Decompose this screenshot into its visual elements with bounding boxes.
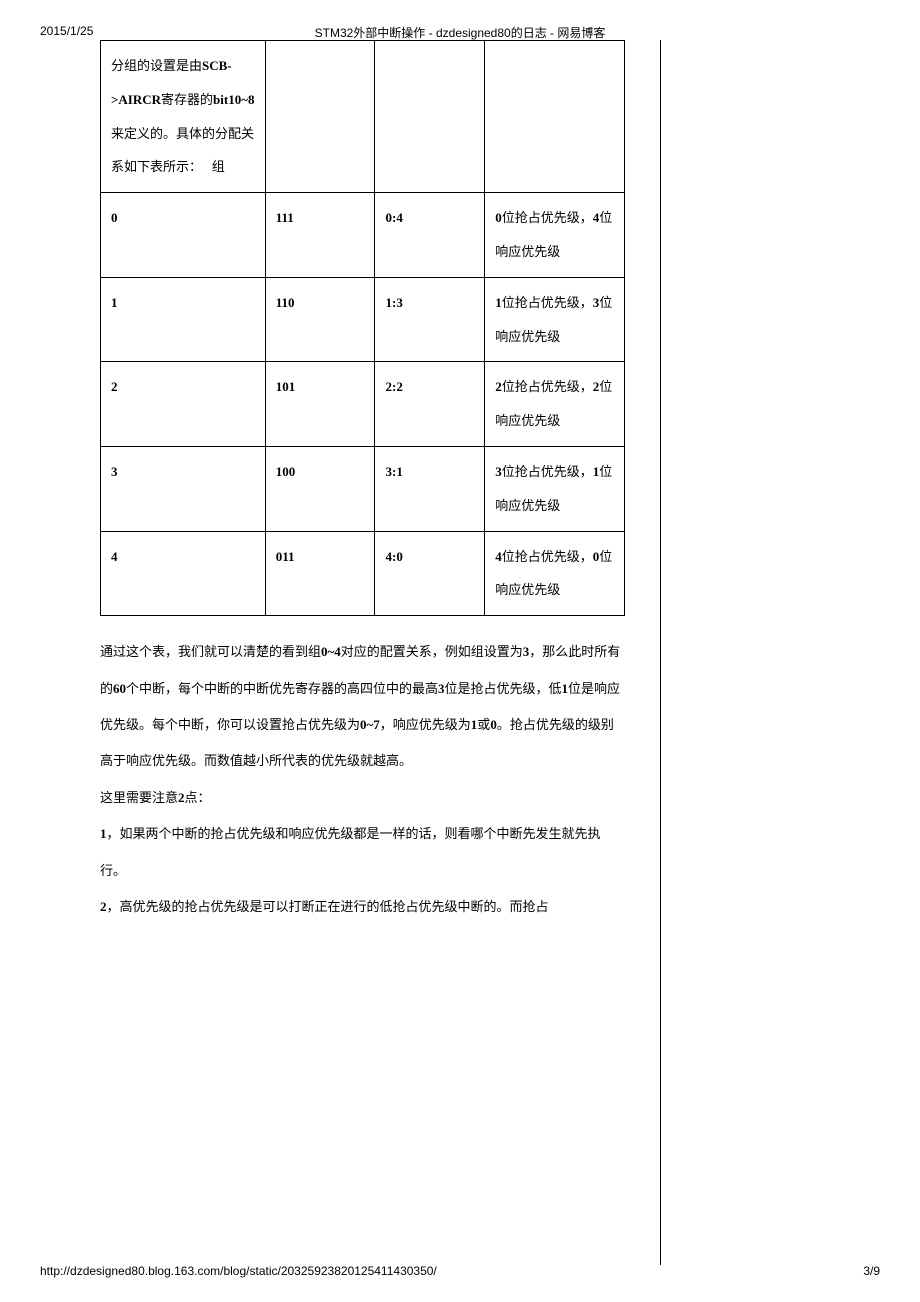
table-row: 3 100 3:1 3位抢占优先级，1位响应优先级: [101, 446, 625, 531]
table-cell: [265, 41, 375, 193]
table-cell: 0位抢占优先级，4位响应优先级: [485, 193, 625, 278]
body-text: 通过这个表，我们就可以清楚的看到组0~4对应的配置关系，例如组设置为3，那么此时…: [100, 634, 625, 925]
paragraph: 1，如果两个中断的抢占优先级和响应优先级都是一样的话，则看哪个中断先发生就先执行…: [100, 816, 625, 889]
table-row: 1 110 1:3 1位抢占优先级，3位响应优先级: [101, 277, 625, 362]
print-url: http://dzdesigned80.blog.163.com/blog/st…: [40, 1264, 437, 1278]
table-row: 4 011 4:0 4位抢占优先级，0位响应优先级: [101, 531, 625, 616]
table-cell: 2:2: [375, 362, 485, 447]
table-cell: 1位抢占优先级，3位响应优先级: [485, 277, 625, 362]
table-cell: 101: [265, 362, 375, 447]
table-cell: 4位抢占优先级，0位响应优先级: [485, 531, 625, 616]
paragraph: 通过这个表，我们就可以清楚的看到组0~4对应的配置关系，例如组设置为3，那么此时…: [100, 634, 625, 780]
table-row: 2 101 2:2 2位抢占优先级，2位响应优先级: [101, 362, 625, 447]
paragraph: 2，高优先级的抢占优先级是可以打断正在进行的低抢占优先级中断的。而抢占: [100, 889, 625, 925]
table-row: 分组的设置是由SCB->AIRCR寄存器的bit10~8来定义的。具体的分配关系…: [101, 41, 625, 193]
table-cell: [375, 41, 485, 193]
table-cell: 100: [265, 446, 375, 531]
table-cell: 110: [265, 277, 375, 362]
table-cell: 3:1: [375, 446, 485, 531]
table-cell: 0: [101, 193, 266, 278]
intro-cell: 分组的设置是由SCB->AIRCR寄存器的bit10~8来定义的。具体的分配关系…: [101, 41, 266, 193]
print-page-number: 3/9: [863, 1264, 880, 1278]
table-cell: 1: [101, 277, 266, 362]
table-row: 0 111 0:4 0位抢占优先级，4位响应优先级: [101, 193, 625, 278]
vertical-rule: [660, 40, 661, 1265]
print-date: 2015/1/25: [40, 24, 93, 38]
table-cell: 3位抢占优先级，1位响应优先级: [485, 446, 625, 531]
priority-group-table: 分组的设置是由SCB->AIRCR寄存器的bit10~8来定义的。具体的分配关系…: [100, 40, 625, 616]
table-cell: 1:3: [375, 277, 485, 362]
table-cell: 111: [265, 193, 375, 278]
table-cell: 4:0: [375, 531, 485, 616]
print-header: 2015/1/25 STM32外部中断操作 - dzdesigned80的日志 …: [40, 24, 880, 38]
table-cell: 3: [101, 446, 266, 531]
paragraph: 这里需要注意2点：: [100, 780, 625, 816]
print-footer: http://dzdesigned80.blog.163.com/blog/st…: [40, 1264, 880, 1278]
table-cell: 4: [101, 531, 266, 616]
table-cell: 0:4: [375, 193, 485, 278]
table-cell: [485, 41, 625, 193]
table-cell: 011: [265, 531, 375, 616]
table-cell: 2位抢占优先级，2位响应优先级: [485, 362, 625, 447]
print-title: STM32外部中断操作 - dzdesigned80的日志 - 网易博客: [315, 24, 606, 41]
table-cell: 2: [101, 362, 266, 447]
article-content: 分组的设置是由SCB->AIRCR寄存器的bit10~8来定义的。具体的分配关系…: [100, 40, 660, 925]
